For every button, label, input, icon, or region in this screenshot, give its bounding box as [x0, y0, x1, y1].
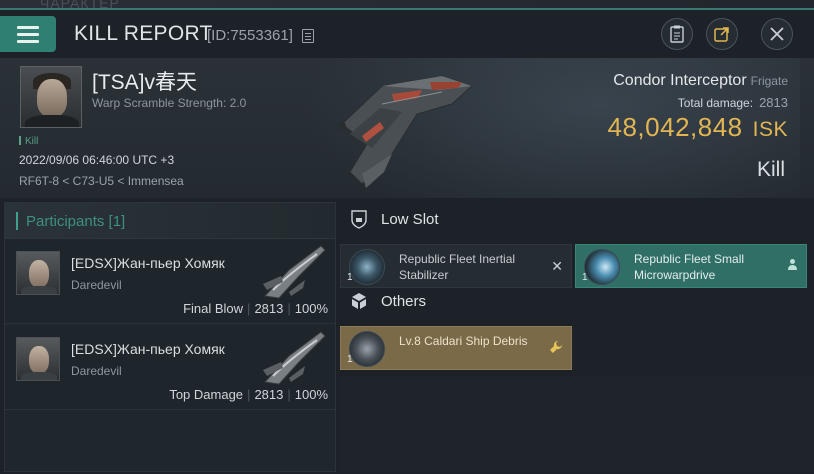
others-item[interactable]: 1 Lv.8 Caldari Ship Debris [340, 326, 572, 370]
low-slot-label: Low Slot [381, 211, 439, 228]
participant-role: Final Blow [183, 301, 244, 316]
item-name: Republic Fleet Inertial Stabilizer [399, 252, 516, 282]
isk-unit: ISK [752, 118, 788, 141]
close-icon [770, 27, 784, 41]
participant-row[interactable]: [EDSX]Жан-пьер Хомяк Daredevil Final Blo… [5, 240, 335, 324]
person-icon [787, 258, 798, 274]
isk-value: 48,042,848 ISK [608, 112, 789, 143]
participant-name[interactable]: [EDSX]Жан-пьер Хомяк [71, 341, 225, 357]
item-quantity: 1 [347, 354, 353, 365]
copy-icon[interactable] [302, 29, 314, 43]
clipboard-icon [670, 25, 684, 43]
kill-location[interactable]: RF6T-8 < C73-U5 < Immensea [19, 174, 184, 188]
participant-ship-icon[interactable] [259, 326, 331, 386]
others-header: Others [340, 286, 814, 316]
portrait-face [37, 79, 67, 117]
menu-icon-bar [17, 32, 39, 36]
participant-stats: Top Damage | 2813 | 100% [169, 387, 328, 402]
kill-result: Kill [756, 158, 785, 181]
item-quantity: 1 [582, 272, 588, 283]
participant-role: Top Damage [169, 387, 244, 402]
kill-tag: Kill [19, 136, 38, 147]
item-name: Lv.8 Caldari Ship Debris [399, 334, 528, 348]
participant-ship-icon[interactable] [259, 240, 331, 300]
kill-datetime: 2022/09/06 06:46:00 UTC +3 [19, 153, 175, 167]
portrait-face [29, 260, 49, 288]
victim-summary: [TSA]v春天 Warp Scramble Strength: 2.0 Kil… [0, 58, 814, 198]
victim-portrait[interactable] [20, 66, 82, 128]
ship-debris-icon [349, 331, 385, 367]
total-damage-value: 2813 [759, 95, 788, 110]
participants-panel: Participants [1] [EDSX]Жан-пьер Хомяк Da… [4, 202, 336, 472]
close-button[interactable] [761, 18, 793, 50]
wrench-icon [549, 340, 563, 357]
menu-icon-bar [17, 39, 39, 43]
ship-name[interactable]: Condor Interceptor Frigate [613, 72, 788, 90]
participant-percent: 100% [294, 387, 328, 402]
clipboard-button[interactable] [661, 18, 693, 50]
participant-portrait[interactable] [16, 337, 60, 381]
victim-subtitle: Warp Scramble Strength: 2.0 [92, 96, 247, 110]
stats-separator: | [287, 301, 291, 316]
participant-damage: 2813 [254, 387, 284, 402]
external-link-icon [714, 27, 729, 42]
participant-damage: 2813 [254, 301, 284, 316]
inertial-stabilizer-icon [349, 249, 385, 285]
participant-row[interactable]: [EDSX]Жан-пьер Хомяк Daredevil Top Damag… [5, 326, 335, 410]
window-title: KILL REPORT [74, 22, 213, 45]
portrait-face [29, 346, 49, 374]
cube-icon [352, 293, 366, 309]
ship-render[interactable] [322, 64, 482, 192]
ship-class: Frigate [750, 74, 788, 88]
total-damage: Total damage: 2813 [678, 95, 788, 110]
item-name: Republic Fleet Small Microwarpdrive [634, 252, 745, 282]
participant-ship: Daredevil [71, 278, 122, 292]
shield-slot-icon [351, 210, 367, 229]
stats-separator: | [247, 301, 251, 316]
participant-portrait[interactable] [16, 251, 60, 295]
low-slot-header: Low Slot [340, 204, 814, 234]
others-label: Others [381, 293, 427, 310]
participant-ship: Daredevil [71, 364, 122, 378]
kill-report-window: KILL REPORT [ID:7553361] [TSA]v春天 Warp S… [0, 8, 814, 474]
total-damage-label: Total damage: [677, 96, 754, 110]
fitting-panel: Low Slot 1 Republic Fleet Inertial Stabi… [340, 202, 814, 474]
low-slot-item[interactable]: 1 Republic Fleet Small Microwarpdrive [575, 244, 807, 288]
low-slot-item[interactable]: 1 Republic Fleet Inertial Stabilizer ✕ [340, 244, 572, 288]
participant-name[interactable]: [EDSX]Жан-пьер Хомяк [71, 255, 225, 271]
microwarpdrive-icon [584, 249, 620, 285]
share-button[interactable] [706, 18, 738, 50]
item-quantity: 1 [347, 272, 353, 283]
stats-separator: | [287, 387, 291, 402]
fitting-empty-area [340, 376, 814, 472]
ship-name-text: Condor Interceptor [613, 72, 747, 89]
kill-id: [ID:7553361] [207, 27, 293, 44]
portrait-body [25, 115, 79, 127]
portrait-body [21, 286, 57, 294]
isk-amount: 48,042,848 [607, 112, 743, 142]
portrait-body [21, 372, 57, 380]
participant-percent: 100% [294, 301, 328, 316]
victim-name[interactable]: [TSA]v春天 [92, 66, 197, 96]
participant-stats: Final Blow | 2813 | 100% [183, 301, 328, 316]
menu-icon-bar [17, 25, 39, 29]
participants-header[interactable]: Participants [1] [5, 203, 335, 239]
participants-title: Participants [1] [26, 213, 126, 230]
menu-button[interactable] [0, 16, 56, 52]
window-header: KILL REPORT [ID:7553361] [0, 10, 814, 58]
stats-separator: | [247, 387, 251, 402]
destroyed-icon: ✕ [551, 258, 563, 274]
